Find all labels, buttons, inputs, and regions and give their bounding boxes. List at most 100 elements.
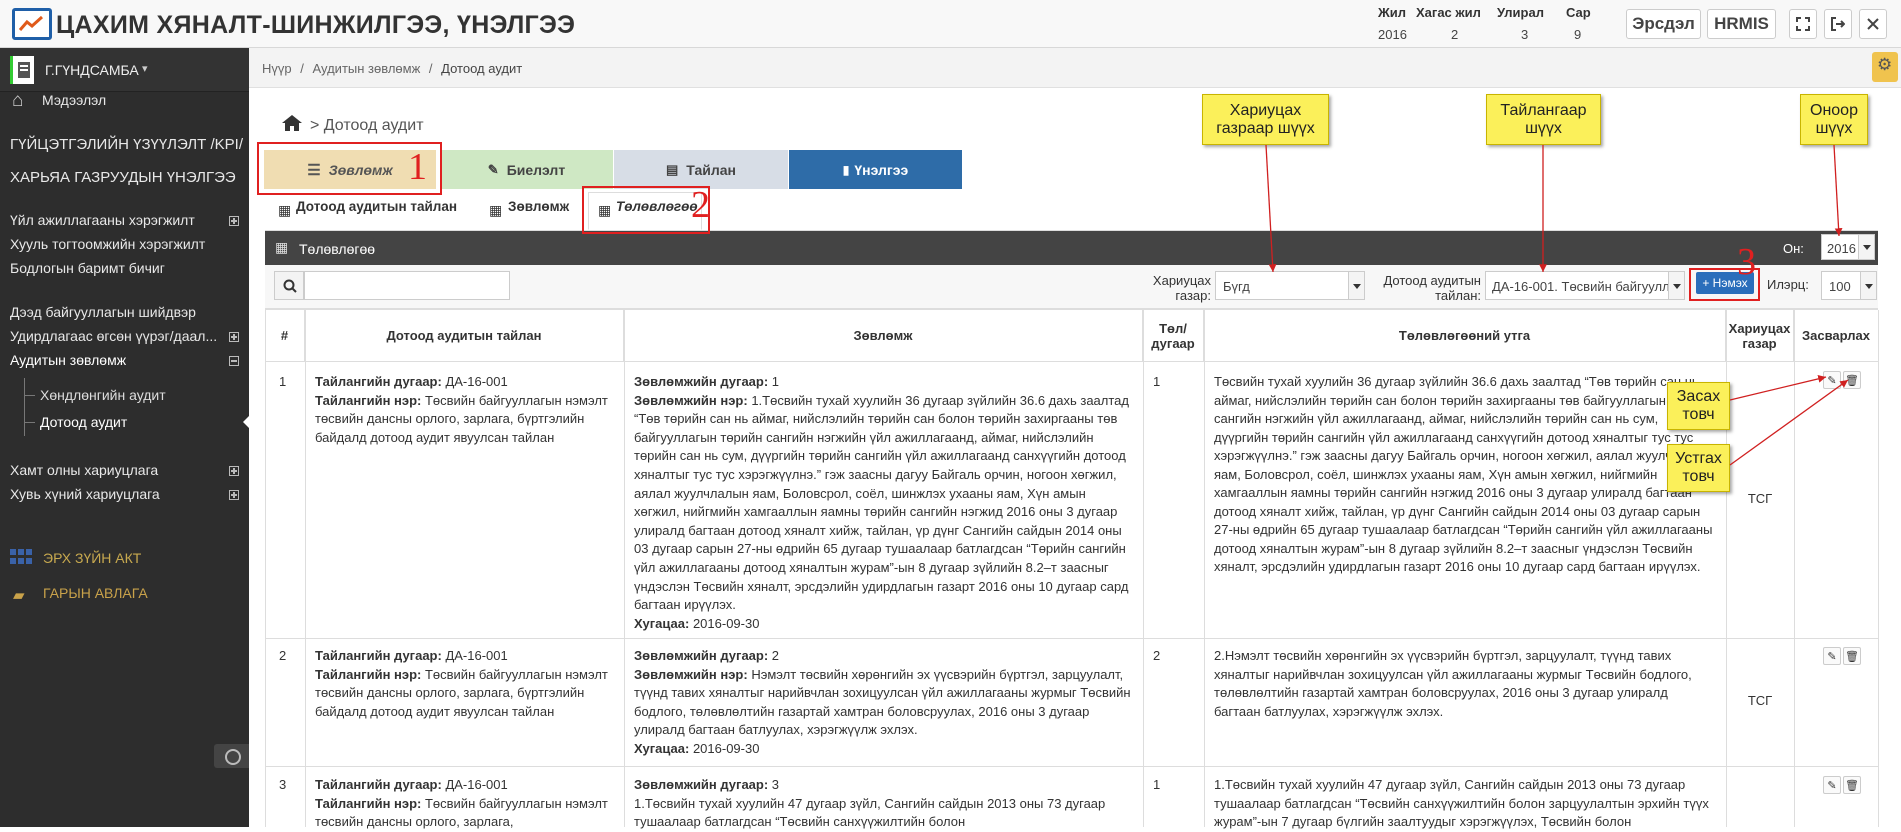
tab-fulfillment[interactable]: ✎ Биелэлт xyxy=(440,150,613,189)
subtab-internal-audit-report[interactable]: Дотоод аудитын тайлан xyxy=(296,199,457,214)
table-row-plan-no: 1 xyxy=(1153,777,1161,792)
sidebar-item-info[interactable]: Мэдээлэл xyxy=(42,92,106,108)
period-half-value[interactable]: 2 xyxy=(1451,27,1458,42)
trash-icon[interactable]: 🗑 xyxy=(1843,776,1861,794)
period-year-value[interactable]: 2016 xyxy=(1378,27,1407,42)
table-row-num: 3 xyxy=(279,777,287,792)
sidebar-item-operations[interactable]: Үйл ажиллагааны хэрэгжилт xyxy=(10,212,195,228)
table-row-recommendation: Зөвлөмжийн дугаар: 1 Зөвлөмжийн нэр: 1.Т… xyxy=(634,374,1129,631)
breadcrumb-separator: / xyxy=(300,61,304,76)
risk-button[interactable]: Эрсдэл xyxy=(1626,9,1701,39)
sidebar-item-legal-acts[interactable]: ЭРХ ЗҮЙН АКТ xyxy=(43,550,141,566)
year-select[interactable]: 2016 xyxy=(1821,234,1875,260)
trash-icon[interactable]: 🗑 xyxy=(1843,647,1861,665)
panel-header: ▦ Төлөвлөгөө Он: xyxy=(265,231,1878,265)
sidebar-item-law[interactable]: Хууль тогтоомжийн хэрэгжилт xyxy=(10,236,205,252)
callout-dept-filter: Хариуцах газраар шүүх xyxy=(1202,94,1329,145)
table-row-plan: Төсвийн тухай хуулийн 36 дугаар зүйлийн … xyxy=(1214,374,1713,574)
fullscreen-icon[interactable] xyxy=(1789,9,1817,39)
sidebar-item-kpi[interactable]: ГҮЙЦЭТГЭЛИЙН ҮЗҮҮЛЭЛТ /KPI/ xyxy=(10,136,243,153)
sidebar-item-team-responsibility[interactable]: Хамт олны хариуцлага xyxy=(10,462,158,478)
chevron-down-icon: ▾ xyxy=(142,63,148,75)
year-label: Он: xyxy=(1783,241,1804,256)
expand-icon[interactable] xyxy=(229,216,239,226)
chevron-down-icon xyxy=(1858,235,1874,259)
breadcrumb-current: Дотоод аудит xyxy=(441,61,523,76)
edit-icon[interactable]: ✎ xyxy=(1823,647,1841,665)
table-row-recommendation: Зөвлөмжийн дугаар: 2 Зөвлөмжийн нэр: Нэм… xyxy=(634,648,1131,756)
col-header-edit: Засварлах xyxy=(1802,328,1870,343)
col-header-num: # xyxy=(265,310,305,361)
table-row-plan: 2.Нэмэлт төсвийн хөрөнгийн эх үүсвэрийн … xyxy=(1214,648,1692,719)
sidebar-collapse-button[interactable] xyxy=(214,744,249,768)
sidebar-item-subordinate-eval[interactable]: ХАРЬЯА ГАЗРУУДЫН ҮНЭЛГЭЭ xyxy=(10,169,236,186)
subtab-recommendation[interactable]: Зөвлөмж xyxy=(508,199,569,214)
annotation-number: 1 xyxy=(408,146,427,188)
page-size-select[interactable]: 100 xyxy=(1821,271,1877,300)
callout-year-filter: Оноор шүүх xyxy=(1800,94,1868,145)
panel-title: Төлөвлөгөө xyxy=(299,241,376,257)
table-icon: ▦ xyxy=(278,202,292,218)
table-row-plan-no: 1 xyxy=(1153,374,1161,389)
user-name: Г.ГҮНДСАМБА xyxy=(45,62,139,78)
chevron-down-icon xyxy=(1860,272,1876,299)
search-icon[interactable] xyxy=(274,271,304,300)
period-quarter-header: Улирал xyxy=(1497,5,1544,20)
hrmis-button[interactable]: HRMIS xyxy=(1707,9,1776,39)
sidebar-item-policy-docs[interactable]: Бодлогын баримт бичиг xyxy=(10,260,165,276)
expand-icon[interactable] xyxy=(229,332,239,342)
period-month-value[interactable]: 9 xyxy=(1574,27,1581,42)
bar-chart-icon: ▮ xyxy=(842,162,850,177)
breadcrumb-home[interactable]: Нүүр xyxy=(262,61,292,76)
sub-tree-line xyxy=(24,378,25,436)
settings-gear-icon[interactable] xyxy=(1872,52,1898,82)
breadcrumb-audit-recommendations[interactable]: Аудитын зөвлөмж xyxy=(313,61,421,76)
expand-icon[interactable] xyxy=(229,490,239,500)
collapse-icon[interactable] xyxy=(229,356,239,366)
search-input[interactable] xyxy=(304,271,510,300)
col-header-dept: Хариуцах газар xyxy=(1726,310,1794,361)
close-icon[interactable] xyxy=(1859,9,1887,39)
top-bar: ЦАХИМ ХЯНАЛТ-ШИНЖИЛГЭЭ, ҮНЭЛГЭЭ Жил Хага… xyxy=(0,0,1901,48)
period-quarter-value[interactable]: 3 xyxy=(1521,27,1528,42)
edit-icon: ✎ xyxy=(487,161,499,177)
user-menu[interactable]: Г.ГҮНДСАМБА ▾ xyxy=(0,48,249,92)
table-row-plan: 1.Төсвийн тухай хуулийн 47 дугаар зүйл, … xyxy=(1214,777,1709,829)
document-icon: ▤ xyxy=(665,161,679,177)
legal-act-icon xyxy=(10,549,32,565)
table-row-report: Тайлангийн дугаар: ДА-16-001 Тайлангийн … xyxy=(315,648,608,719)
table-icon: ▦ xyxy=(275,239,289,255)
sidebar-item-manual[interactable]: ГАРЫН АВЛАГА xyxy=(43,585,148,601)
expand-icon[interactable] xyxy=(229,466,239,476)
logout-icon[interactable] xyxy=(1824,9,1852,39)
edit-icon[interactable]: ✎ xyxy=(1823,371,1841,389)
sidebar-item-audit-recommendations[interactable]: Аудитын зөвлөмж xyxy=(10,352,126,368)
annotation-number: 2 xyxy=(691,184,710,226)
sidebar-item-assignments[interactable]: Удирдлагаас өгсөн үүрэг/даал... xyxy=(10,328,217,344)
sidebar-item-personal-responsibility[interactable]: Хувь хүний хариуцлага xyxy=(10,486,160,502)
breadcrumb-separator: / xyxy=(428,61,433,76)
table-row-recommendation: Зөвлөмжийн дугаар: 3 1.Төсвийн тухай хуу… xyxy=(634,777,1106,829)
callout-report-filter: Тайлангаар шүүх xyxy=(1486,94,1601,145)
sidebar-item-external-audit[interactable]: Хөндлөнгийн аудит xyxy=(25,387,166,403)
table-row-report: Тайлангийн дугаар: ДА-16-001 Тайлангийн … xyxy=(315,374,608,445)
callout-edit-button: Засах товч xyxy=(1667,382,1730,430)
subtab-bar xyxy=(265,189,1878,231)
dept-filter-label: Хариуцах газар: xyxy=(1152,273,1211,303)
col-header-plan-no: Төл/ дугаар xyxy=(1143,310,1204,361)
home-icon[interactable] xyxy=(281,114,303,137)
report-select[interactable]: ДА-16-001. Төсвийн байгууллагын xyxy=(1485,271,1685,300)
edit-icon[interactable]: ✎ xyxy=(1823,776,1841,794)
chevron-down-icon xyxy=(1348,272,1364,299)
trash-icon[interactable]: 🗑 xyxy=(1843,371,1861,389)
app-logo-icon xyxy=(12,8,52,40)
count-label: Илэрц: xyxy=(1767,277,1809,292)
chevron-down-icon xyxy=(1668,272,1684,299)
tab-evaluation[interactable]: ▮ Үнэлгээ xyxy=(789,150,962,189)
col-header-plan: Төлөвлөгөөний утга xyxy=(1204,310,1726,361)
dept-select[interactable]: Бүгд xyxy=(1215,271,1365,300)
sidebar-item-higher-decisions[interactable]: Дээд байгууллагын шийдвэр xyxy=(10,304,196,320)
report-filter-label: Дотоод аудитын тайлан: xyxy=(1383,273,1481,303)
table-row-plan-no: 2 xyxy=(1153,648,1161,663)
sidebar-item-internal-audit[interactable]: Дотоод аудит xyxy=(24,414,127,430)
